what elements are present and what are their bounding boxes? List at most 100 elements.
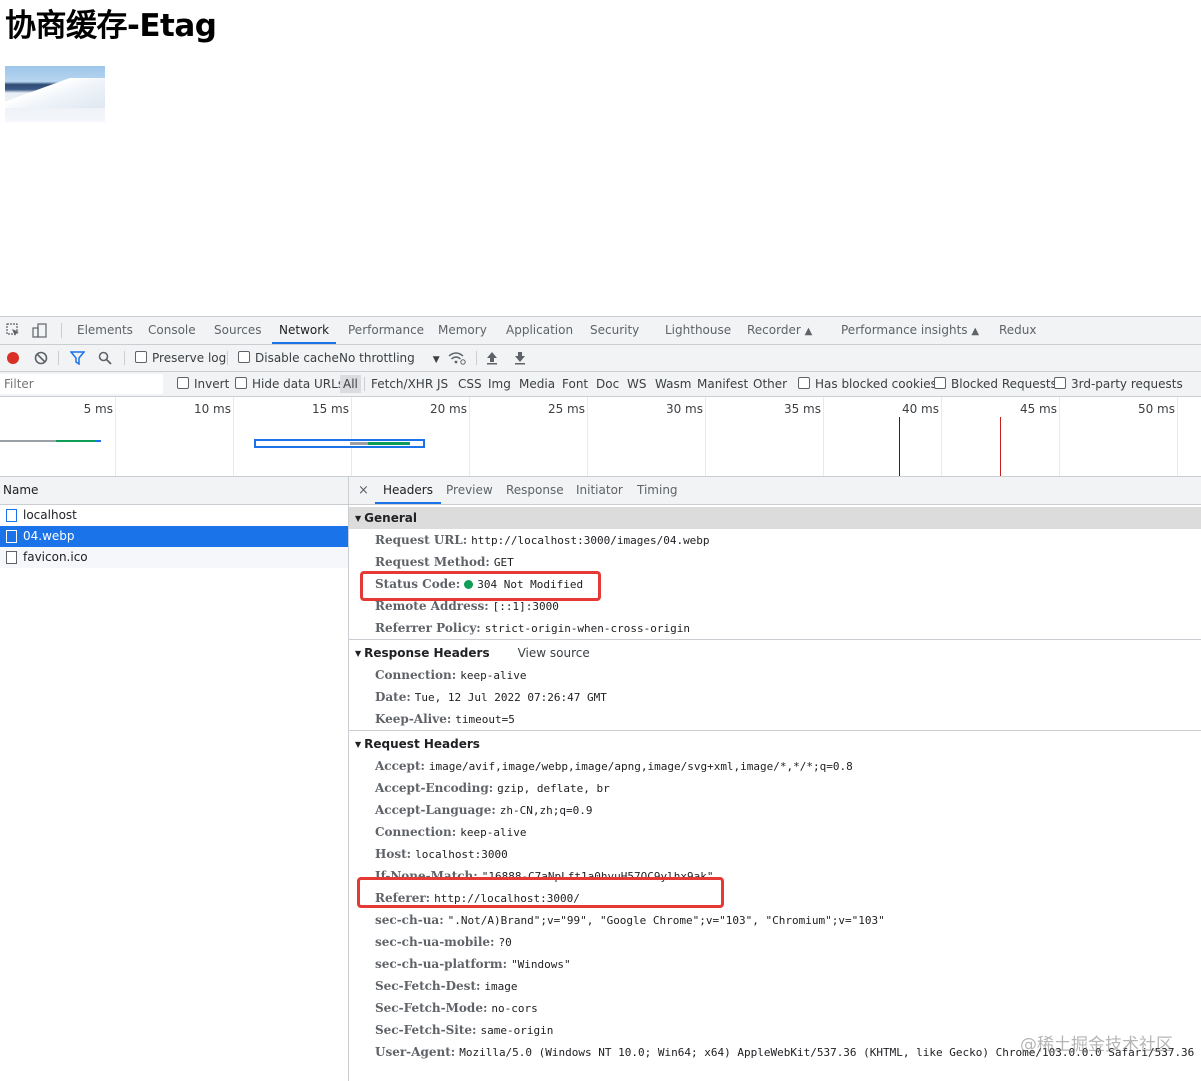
tab-lighthouse[interactable]: Lighthouse (665, 317, 731, 344)
tab-elements[interactable]: Elements (77, 317, 133, 344)
filter-type-other[interactable]: Other (753, 372, 787, 396)
network-conditions-icon[interactable] (448, 351, 466, 365)
header-key: Keep-Alive: (375, 712, 452, 726)
clear-icon[interactable] (34, 351, 48, 365)
tab-application[interactable]: Application (506, 317, 573, 344)
filter-type-ws[interactable]: WS (627, 372, 646, 396)
import-har-icon[interactable] (486, 351, 498, 365)
filter-type-img[interactable]: Img (488, 372, 511, 396)
invert-checkbox[interactable]: Invert (177, 372, 229, 396)
header-row-request-method: Request Method: GET (349, 551, 1201, 573)
image-file-icon (6, 530, 17, 543)
preserve-log-checkbox[interactable]: Preserve log (135, 345, 226, 371)
general-section-header[interactable]: ▼ General (349, 507, 1201, 529)
header-key: Remote Address: (375, 599, 489, 613)
throttling-select[interactable]: No throttling ▼ (339, 345, 440, 371)
filter-type-font[interactable]: Font (562, 372, 588, 396)
header-key: Sec-Fetch-Site: (375, 1023, 477, 1037)
invert-label: Invert (194, 377, 230, 391)
filter-type-wasm[interactable]: Wasm (655, 372, 691, 396)
header-value: localhost:3000 (415, 848, 508, 861)
third-party-requests-checkbox[interactable]: 3rd-party requests (1054, 372, 1183, 396)
request-headers-section-header[interactable]: ▼ Request Headers (349, 733, 1201, 755)
inspect-element-icon[interactable] (6, 323, 21, 338)
timeline-gridline (233, 397, 234, 476)
blocked-requests-checkbox[interactable]: Blocked Requests (934, 372, 1057, 396)
header-row-keep-alive: Keep-Alive: timeout=5 (349, 708, 1201, 730)
tab-recorder-label: Recorder (747, 323, 801, 337)
search-icon[interactable] (98, 351, 112, 365)
request-row-favicon[interactable]: favicon.ico (0, 547, 348, 568)
tab-performance[interactable]: Performance (348, 317, 424, 344)
request-row-localhost[interactable]: localhost (0, 505, 348, 526)
timeline-bar-04-webp-wait (350, 442, 368, 445)
tab-network[interactable]: Network (272, 317, 337, 344)
tab-response[interactable]: Response (506, 477, 564, 504)
timeline-tick-label: 45 ms (1019, 402, 1057, 416)
tab-timing[interactable]: Timing (637, 477, 678, 504)
dom-content-loaded-marker (899, 417, 900, 476)
tab-security[interactable]: Security (590, 317, 639, 344)
load-event-marker (1000, 417, 1001, 476)
view-source-link[interactable]: View source (518, 646, 590, 660)
document-file-icon (6, 509, 17, 522)
record-icon[interactable] (7, 352, 19, 364)
filter-type-css[interactable]: CSS (458, 372, 482, 396)
network-overview-timeline[interactable]: 5 ms 10 ms 15 ms 20 ms 25 ms 30 ms 35 ms… (0, 397, 1201, 477)
triangle-down-icon: ▼ (355, 649, 362, 658)
header-value: no-cors (491, 1002, 538, 1015)
header-row-date: Date: Tue, 12 Jul 2022 07:26:47 GMT (349, 686, 1201, 708)
hide-data-urls-checkbox[interactable]: Hide data URLs (235, 372, 344, 396)
tab-sources[interactable]: Sources (214, 317, 261, 344)
filter-type-manifest[interactable]: Manifest (697, 372, 748, 396)
tab-preview[interactable]: Preview (446, 477, 493, 504)
header-key: sec-ch-ua-mobile: (375, 935, 495, 949)
timeline-gridline (705, 397, 706, 476)
name-column-header[interactable]: Name (0, 477, 348, 505)
header-value: zh-CN,zh;q=0.9 (499, 804, 593, 817)
tab-redux[interactable]: Redux (999, 317, 1037, 344)
checkbox-box (1054, 377, 1066, 389)
devtools-tabbar: Elements Console Sources Network Perform… (0, 317, 1201, 345)
header-key: Connection: (375, 668, 457, 682)
disable-cache-checkbox[interactable]: Disable cache (238, 345, 339, 371)
filter-type-media[interactable]: Media (519, 372, 555, 396)
experiment-flask-icon: ▲ (971, 326, 980, 337)
disable-cache-label: Disable cache (255, 351, 339, 365)
header-row-sec-ch-ua: sec-ch-ua: ".Not/A)Brand";v="99", "Google… (349, 909, 1201, 931)
tab-initiator[interactable]: Initiator (576, 477, 623, 504)
header-key: Request URL: (375, 533, 468, 547)
tab-performance-insights[interactable]: Performance insights ▲ (841, 317, 979, 344)
filter-type-js[interactable]: JS (437, 372, 448, 396)
filter-type-doc[interactable]: Doc (596, 372, 619, 396)
timeline-bar-localhost-download (56, 440, 96, 442)
toolbar-divider (124, 351, 125, 365)
tab-memory[interactable]: Memory (438, 317, 487, 344)
export-har-icon[interactable] (514, 351, 526, 365)
filter-input[interactable] (0, 374, 163, 394)
toolbar-divider (227, 351, 228, 365)
header-key: Accept: (375, 759, 425, 773)
filter-type-all[interactable]: All (340, 375, 361, 393)
response-headers-section-header[interactable]: ▼ Response Headers View source (349, 642, 1201, 664)
close-icon[interactable]: × (358, 477, 369, 504)
toolbar-divider (58, 351, 59, 365)
header-row-referrer-policy: Referrer Policy: strict-origin-when-cross… (349, 617, 1201, 639)
tab-recorder[interactable]: Recorder ▲ (747, 317, 812, 344)
checkbox-box (177, 377, 189, 389)
has-blocked-cookies-checkbox[interactable]: Has blocked cookies (798, 372, 937, 396)
device-toolbar-icon[interactable] (32, 323, 47, 338)
header-row-accept-encoding: Accept-Encoding: gzip, deflate, br (349, 777, 1201, 799)
header-key: Referrer Policy: (375, 621, 481, 635)
timeline-gridline (941, 397, 942, 476)
tab-headers[interactable]: Headers (375, 477, 441, 504)
response-headers-title: Response Headers (364, 646, 490, 660)
tab-console[interactable]: Console (148, 317, 196, 344)
network-toolbar: Preserve log Disable cache No throttling… (0, 345, 1201, 372)
filter-type-fetch-xhr[interactable]: Fetch/XHR (371, 372, 433, 396)
filter-funnel-icon[interactable] (70, 351, 85, 365)
timeline-bar-localhost (0, 440, 56, 442)
header-value: "Windows" (511, 958, 571, 971)
request-row-04-webp[interactable]: 04.webp (0, 526, 348, 547)
general-section-title: General (364, 511, 417, 525)
